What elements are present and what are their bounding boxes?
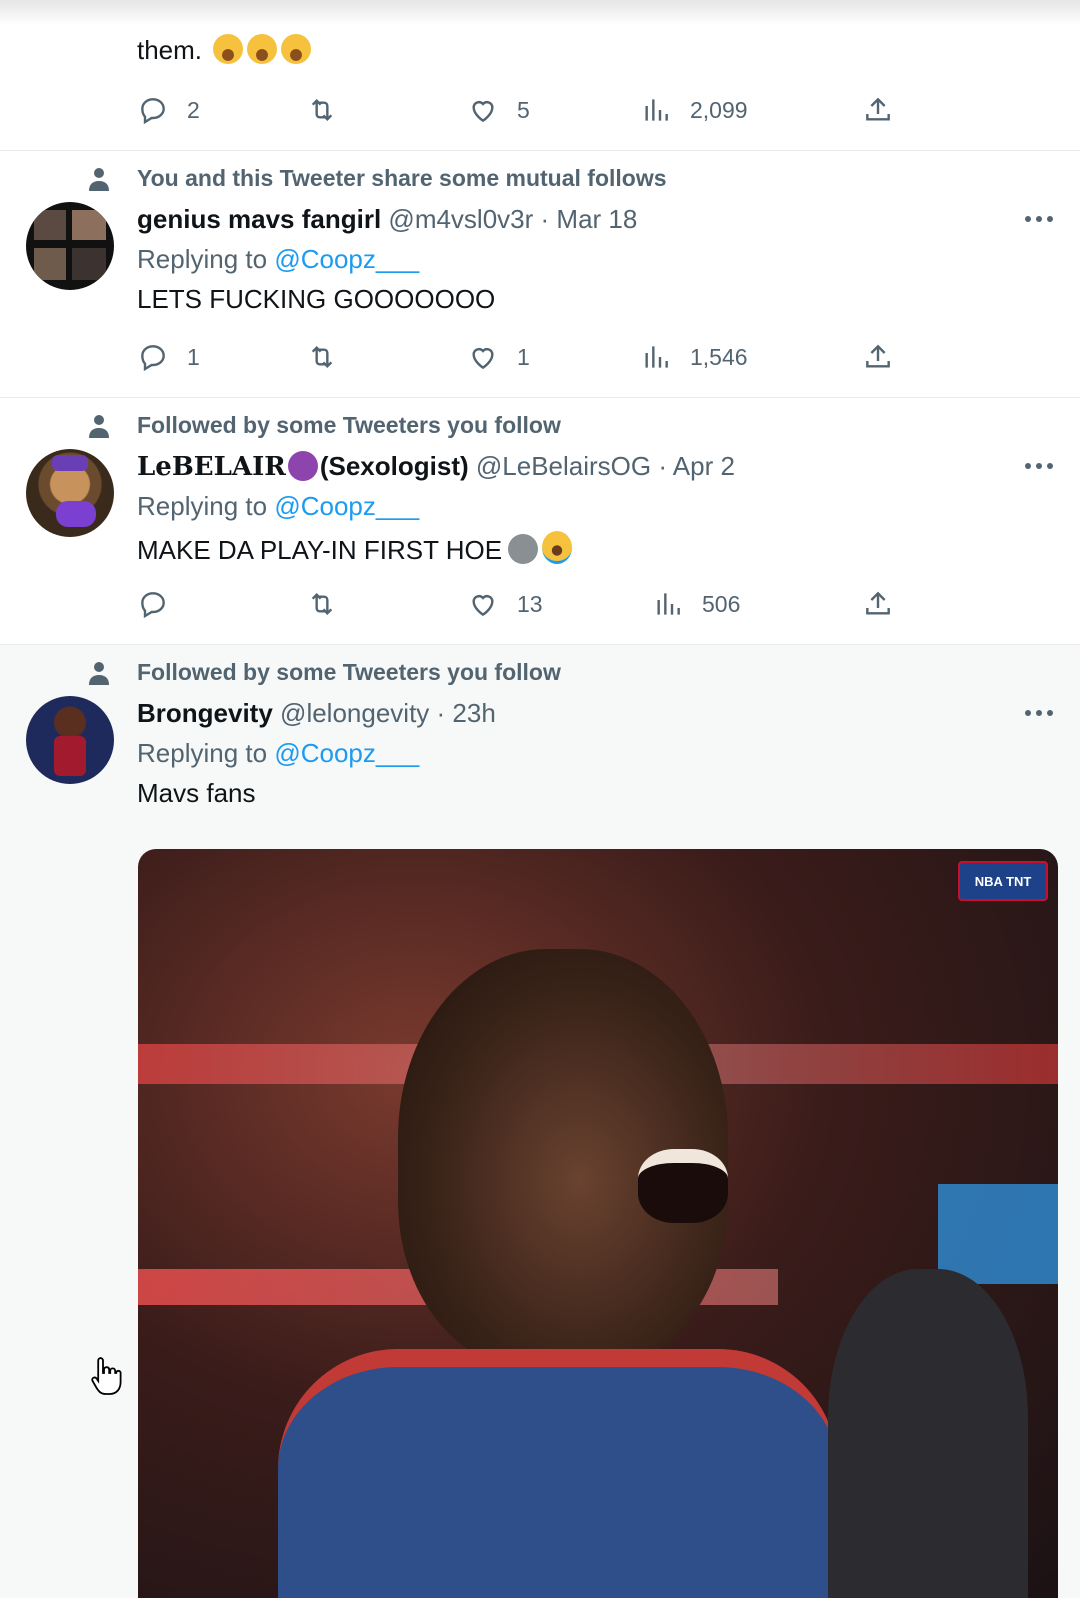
background-player xyxy=(828,1269,1028,1598)
tweet-header: Brongevity @lelongevity · 23h xyxy=(137,698,496,729)
player-jersey xyxy=(278,1349,838,1598)
laugh-cry-emoji xyxy=(247,34,278,64)
share-button[interactable] xyxy=(862,589,894,619)
share-icon xyxy=(866,97,890,121)
retweet-button[interactable] xyxy=(306,589,356,619)
display-name[interactable]: LeBELAIR (Sexologist) xyxy=(137,451,469,482)
retweet-button[interactable] xyxy=(306,95,356,125)
reply-handle-link[interactable]: @Coopz___ xyxy=(274,244,419,274)
retweet-icon xyxy=(311,345,333,369)
like-button[interactable]: 5 xyxy=(467,95,530,125)
laugh-cry-emoji xyxy=(281,34,312,64)
replying-to: Replying to @Coopz___ xyxy=(137,738,420,768)
tweet-1[interactable]: You and this Tweeter share some mutual f… xyxy=(0,151,1080,397)
display-name[interactable]: genius mavs fangirl xyxy=(137,204,381,234)
heart-icon xyxy=(472,101,494,123)
devil-emoji xyxy=(287,451,318,481)
user-handle[interactable]: @m4vsl0v3r xyxy=(388,204,533,234)
display-name[interactable]: Brongevity xyxy=(137,698,273,728)
share-button[interactable] xyxy=(862,342,894,372)
nba-tnt-badge: NBA TNT xyxy=(958,861,1048,901)
share-button[interactable] xyxy=(862,95,894,125)
more-icon[interactable] xyxy=(1024,709,1054,717)
crying-emoji xyxy=(542,531,573,564)
replying-to: Replying to @Coopz___ xyxy=(137,491,420,521)
reply-button[interactable]: 2 xyxy=(137,95,200,125)
tweet-body: them. xyxy=(137,34,312,66)
laugh-cry-emoji xyxy=(213,34,244,64)
reply-icon xyxy=(141,592,165,619)
hand-cursor-icon xyxy=(91,1357,122,1395)
retweet-button[interactable] xyxy=(306,342,356,372)
reply-icon xyxy=(141,98,165,125)
player-mouth xyxy=(638,1149,728,1223)
tweet-body: LETS FUCKING GOOOOOOO xyxy=(137,284,496,314)
reply-button[interactable]: 1 xyxy=(137,342,200,372)
tweet-body: MAKE DA PLAY-IN FIRST HOE xyxy=(137,531,573,566)
tweet-2[interactable]: Followed by some Tweeters you follow LeB… xyxy=(0,398,1080,644)
more-icon[interactable] xyxy=(1024,462,1054,470)
person-icon xyxy=(89,415,109,438)
reply-handle-link[interactable]: @Coopz___ xyxy=(274,738,419,768)
views-button[interactable]: 2,099 xyxy=(640,95,748,125)
analytics-icon xyxy=(657,593,680,615)
heart-icon xyxy=(472,595,494,617)
like-button[interactable]: 13 xyxy=(467,589,543,619)
retweet-icon xyxy=(311,592,333,616)
person-icon xyxy=(89,168,109,191)
user-handle[interactable]: @lelongevity xyxy=(280,698,429,728)
analytics-icon xyxy=(645,346,668,368)
user-handle[interactable]: @LeBelairsOG xyxy=(476,451,651,481)
social-context: Followed by some Tweeters you follow xyxy=(137,412,561,438)
share-icon xyxy=(866,591,890,615)
avatar[interactable] xyxy=(26,696,114,784)
timestamp[interactable]: · 23h xyxy=(437,698,496,728)
avatar[interactable] xyxy=(26,202,114,290)
share-icon xyxy=(866,344,890,368)
arena-screen xyxy=(938,1184,1058,1284)
reply-icon xyxy=(141,345,165,372)
tweet-header: genius mavs fangirl @m4vsl0v3r · Mar 18 xyxy=(137,204,637,235)
tweet-media-video[interactable]: NBA TNT xyxy=(138,849,1058,1598)
person-icon xyxy=(89,662,109,685)
heart-icon xyxy=(472,348,494,370)
reply-handle-link[interactable]: @Coopz___ xyxy=(274,491,419,521)
avatar[interactable] xyxy=(26,449,114,537)
timestamp[interactable]: · Apr 2 xyxy=(658,451,735,481)
views-button[interactable]: 506 xyxy=(652,589,740,619)
retweet-icon xyxy=(311,98,333,122)
social-context: Followed by some Tweeters you follow xyxy=(137,659,561,685)
tweet-body: Mavs fans xyxy=(137,778,256,808)
skull-emoji xyxy=(508,534,539,564)
timestamp[interactable]: · Mar 18 xyxy=(541,204,638,234)
tweet-0[interactable]: them. 2 5 2,099 xyxy=(0,0,1080,150)
tweet-3[interactable]: Followed by some Tweeters you follow Bro… xyxy=(0,645,1080,1598)
replying-to: Replying to @Coopz___ xyxy=(137,244,420,274)
more-icon[interactable] xyxy=(1024,215,1054,223)
views-button[interactable]: 1,546 xyxy=(640,342,748,372)
social-context: You and this Tweeter share some mutual f… xyxy=(137,165,667,191)
tweet-header: LeBELAIR (Sexologist) @LeBelairsOG · Apr … xyxy=(137,451,735,482)
like-button[interactable]: 1 xyxy=(467,342,530,372)
reply-button[interactable] xyxy=(137,589,187,619)
analytics-icon xyxy=(645,99,668,121)
